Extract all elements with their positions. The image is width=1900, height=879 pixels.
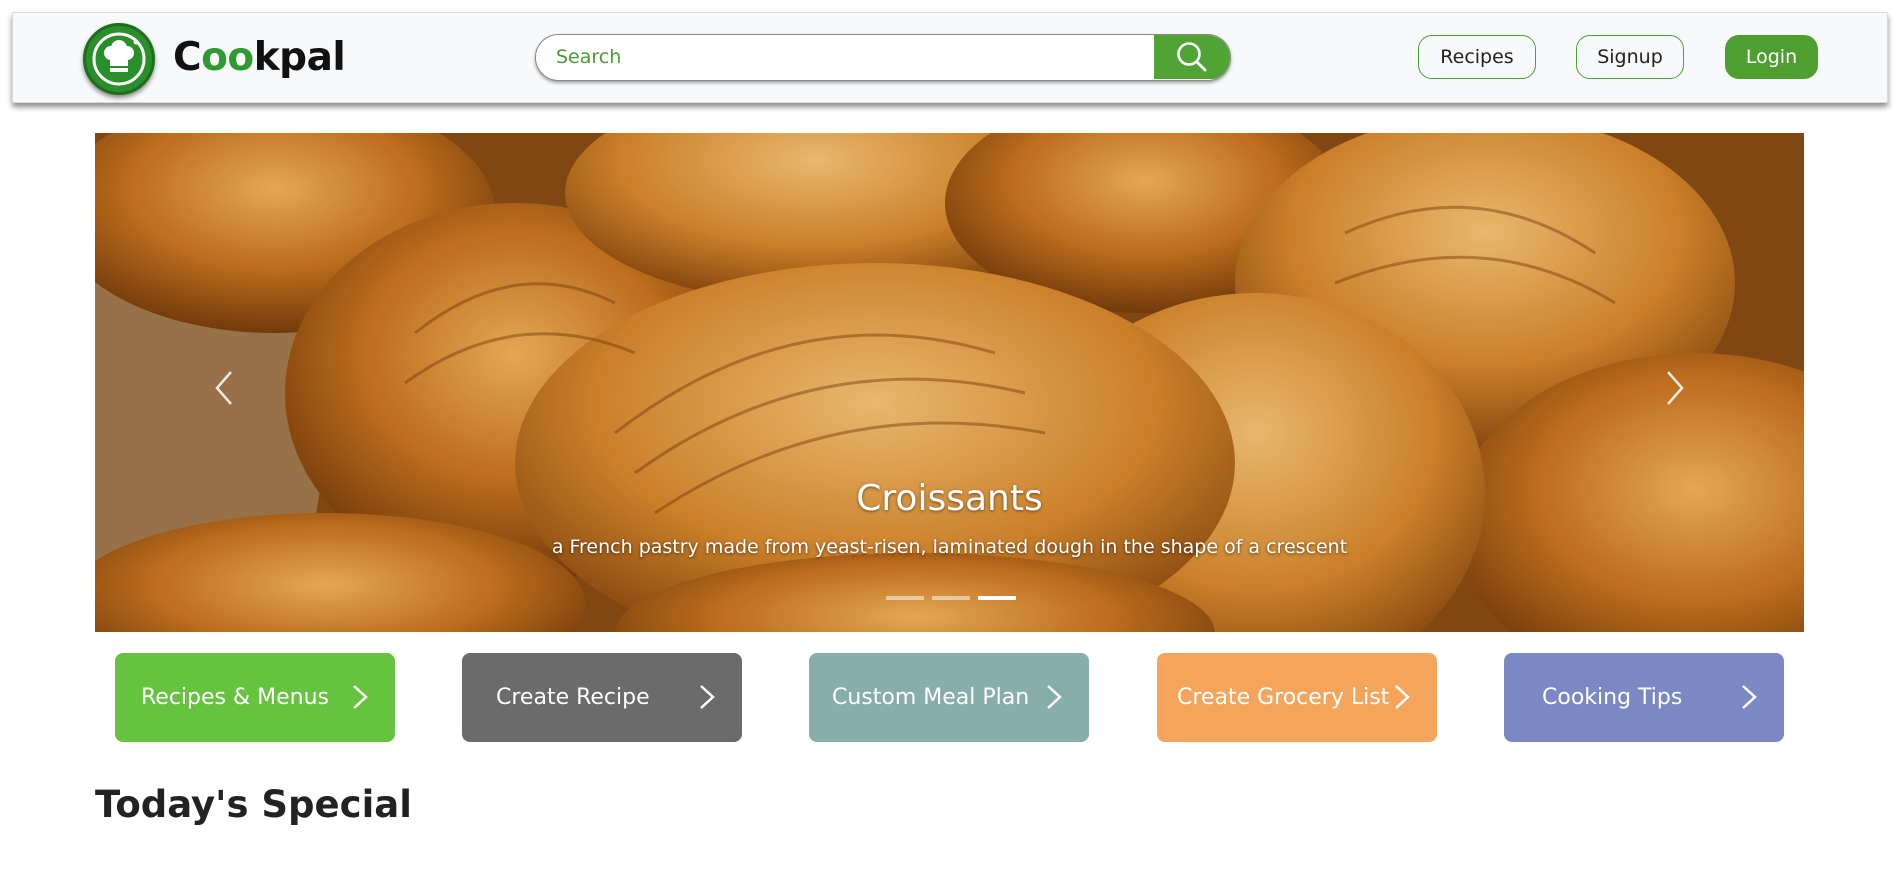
tile-label: Custom Meal Plan	[832, 685, 1030, 710]
nav-signup-button[interactable]: Signup	[1576, 35, 1684, 79]
carousel-caption-text: a French pastry made from yeast-risen, l…	[551, 536, 1348, 558]
nav-recipes-button[interactable]: Recipes	[1418, 35, 1536, 79]
carousel-indicator[interactable]	[886, 596, 924, 600]
tile-label: Create Grocery List	[1177, 685, 1390, 710]
nav-login-button[interactable]: Login	[1725, 35, 1818, 79]
tile-label: Cooking Tips	[1542, 685, 1683, 710]
section-title-todays-special: Today's Special	[95, 783, 412, 826]
carousel-indicator[interactable]	[932, 596, 970, 600]
tile-create-grocery-list[interactable]: Create Grocery List	[1157, 653, 1437, 742]
brand-logo-text[interactable]: Cookpal	[173, 33, 346, 83]
chevron-right-icon	[353, 685, 368, 709]
tile-create-recipe[interactable]: Create Recipe	[462, 653, 742, 742]
chevron-right-icon	[1742, 685, 1757, 709]
tile-label: Recipes & Menus	[141, 685, 330, 710]
brand-part1: C	[173, 35, 202, 80]
chevron-left-icon	[215, 371, 232, 405]
chef-hat-icon[interactable]	[83, 23, 155, 95]
chevron-right-icon	[1395, 685, 1410, 709]
tile-label: Create Recipe	[496, 685, 650, 710]
carousel-indicators	[886, 596, 1016, 600]
chevron-right-icon	[1047, 685, 1062, 709]
navbar: Cookpal Recipes Signup Login	[12, 12, 1888, 103]
tile-custom-meal-plan[interactable]: Custom Meal Plan	[809, 653, 1089, 742]
search-icon	[1177, 42, 1207, 72]
carousel-prev-button[interactable]	[203, 363, 243, 413]
tile-cooking-tips[interactable]: Cooking Tips	[1504, 653, 1784, 742]
tile-recipes-menus[interactable]: Recipes & Menus	[115, 653, 395, 742]
carousel-next-button[interactable]	[1656, 363, 1696, 413]
carousel-caption-title: Croissants	[856, 478, 1043, 519]
brand-part3: kpal	[253, 35, 346, 80]
chevron-right-icon	[1667, 371, 1684, 405]
chevron-right-icon	[700, 685, 715, 709]
hero-carousel: Croissants a French pastry made from yea…	[95, 133, 1804, 632]
search-input[interactable]	[536, 35, 1156, 79]
search-bar	[535, 34, 1231, 81]
carousel-indicator-active[interactable]	[978, 596, 1016, 600]
brand-part2: oo	[201, 35, 254, 80]
search-button[interactable]	[1154, 35, 1230, 79]
